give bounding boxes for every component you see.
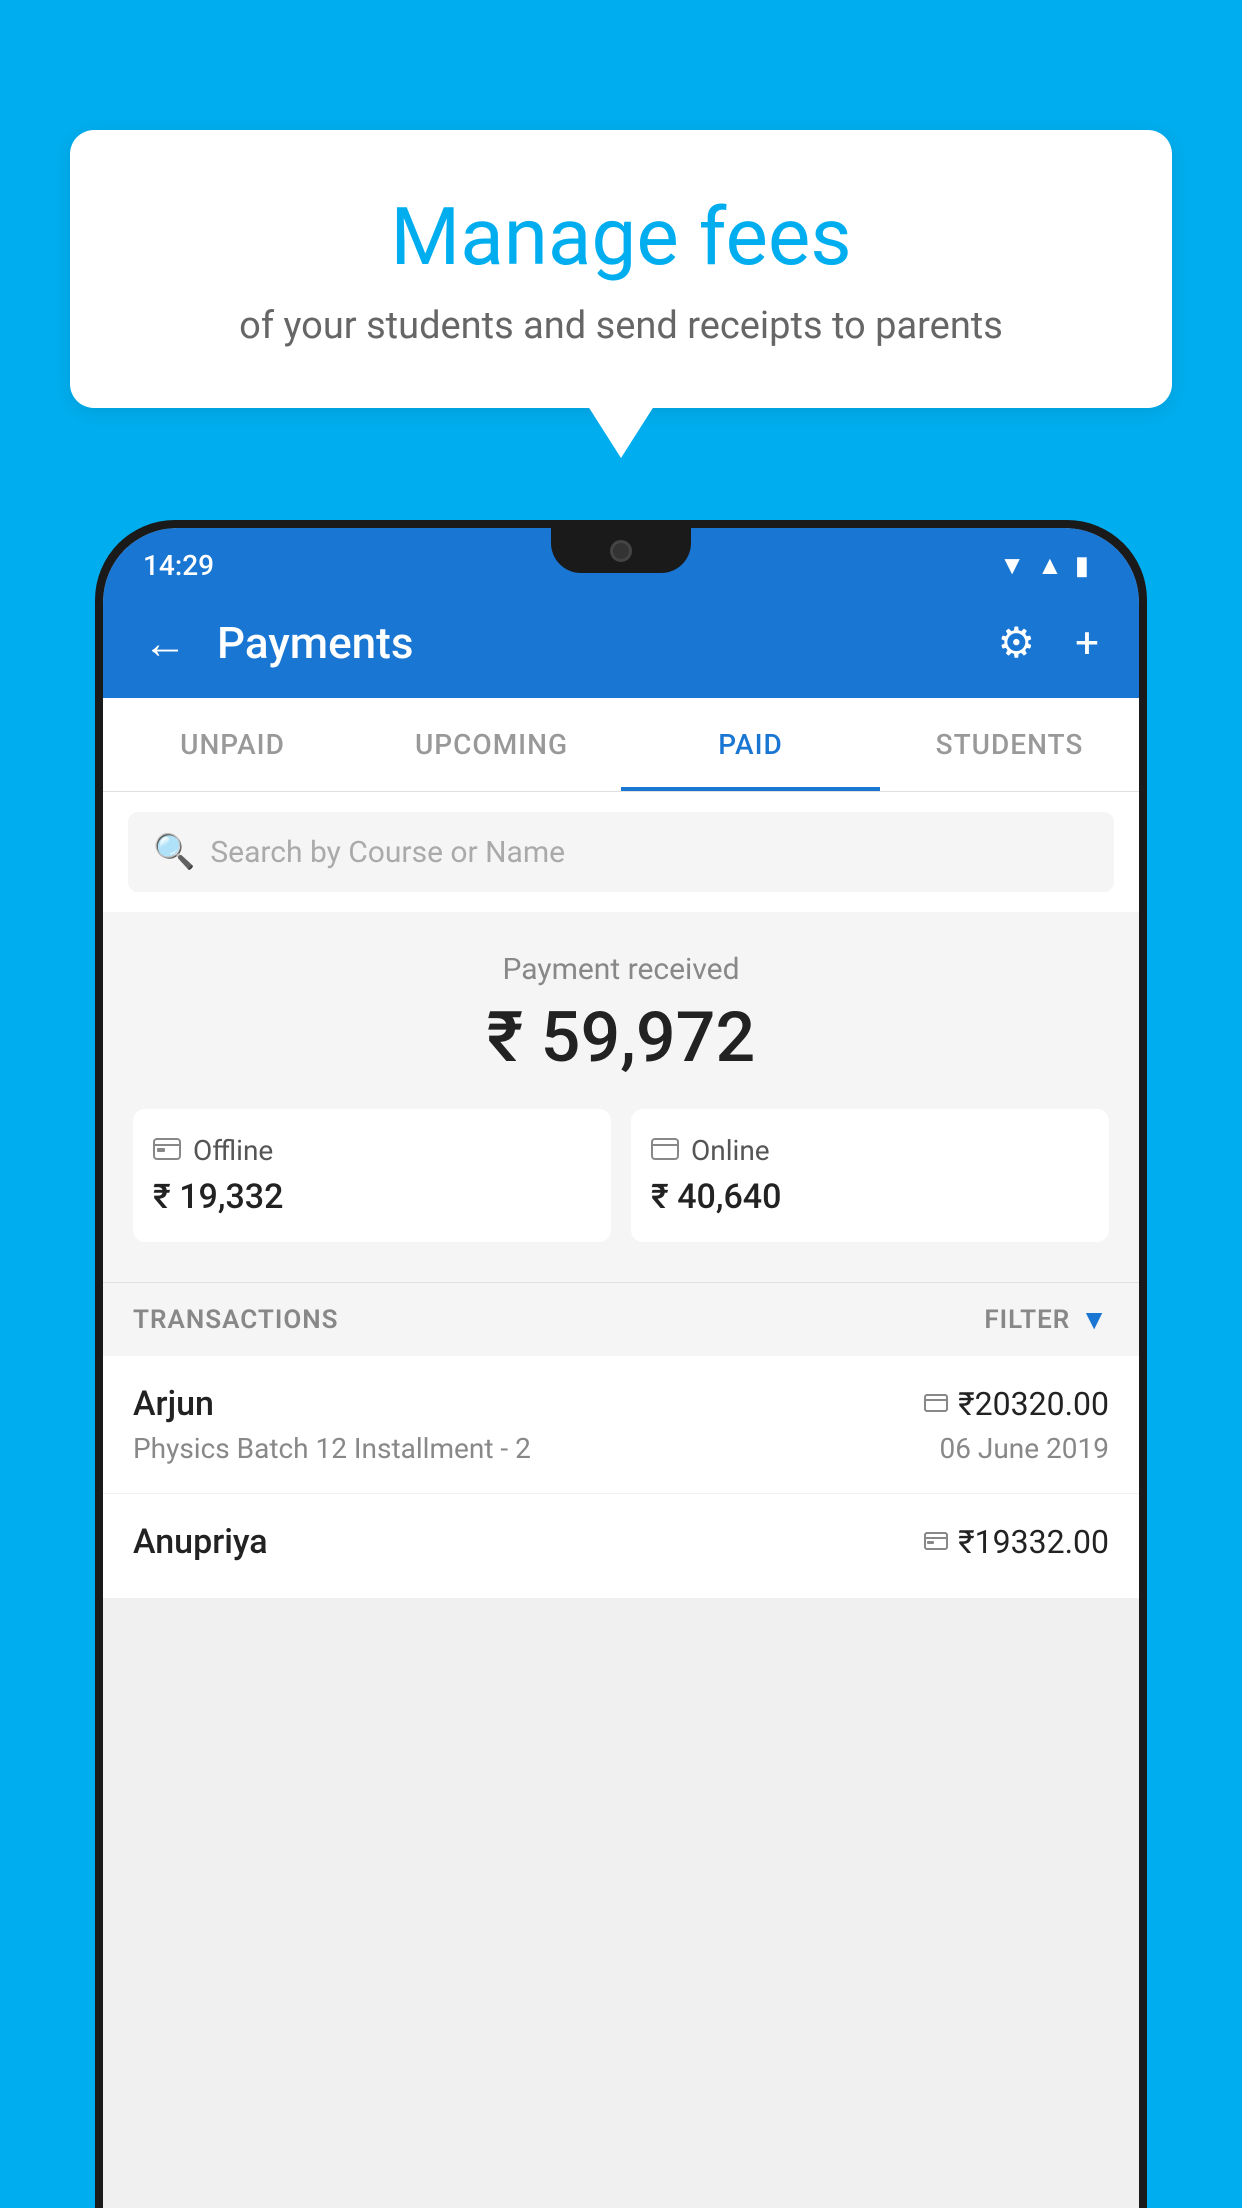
- online-label: Online: [691, 1134, 770, 1167]
- transaction-amount-wrap: ₹19332.00: [924, 1523, 1109, 1561]
- search-container: 🔍 Search by Course or Name: [103, 792, 1139, 912]
- offline-icon: [153, 1134, 181, 1167]
- transaction-name: Anupriya: [133, 1522, 268, 1562]
- tabs-bar: UNPAID UPCOMING PAID STUDENTS: [103, 698, 1139, 792]
- add-button[interactable]: +: [1065, 609, 1109, 678]
- notch: [551, 528, 691, 573]
- online-card-header: Online: [651, 1134, 1089, 1167]
- transaction-top: Anupriya ₹19332.00: [133, 1522, 1109, 1562]
- filter-icon: ▼: [1080, 1303, 1109, 1336]
- payment-method-icon: [924, 1389, 948, 1419]
- tab-unpaid[interactable]: UNPAID: [103, 698, 362, 791]
- transaction-amount-wrap: ₹20320.00: [924, 1385, 1109, 1423]
- status-icons: ▼ ▲ ▮: [999, 550, 1089, 581]
- tab-upcoming[interactable]: UPCOMING: [362, 698, 621, 791]
- search-bar[interactable]: 🔍 Search by Course or Name: [128, 812, 1114, 892]
- transaction-amount: ₹19332.00: [958, 1523, 1109, 1561]
- payment-total: ₹ 59,972: [133, 997, 1109, 1079]
- payment-label: Payment received: [133, 952, 1109, 987]
- speech-bubble: Manage fees of your students and send re…: [70, 130, 1172, 408]
- phone-inner: 14:29 ▼ ▲ ▮ ← Payments ⚙ + UNPAID UPCOMI…: [103, 528, 1139, 2208]
- transaction-bottom: Physics Batch 12 Installment - 2 06 June…: [133, 1432, 1109, 1465]
- screen: 14:29 ▼ ▲ ▮ ← Payments ⚙ + UNPAID UPCOMI…: [103, 528, 1139, 2208]
- online-amount: ₹ 40,640: [651, 1177, 1089, 1217]
- transactions-list: Arjun ₹20320.00 Physics: [103, 1356, 1139, 1599]
- offline-card: Offline ₹ 19,332: [133, 1109, 611, 1242]
- transaction-date: 06 June 2019: [939, 1432, 1109, 1465]
- app-title: Payments: [217, 617, 968, 669]
- transactions-header: TRANSACTIONS FILTER ▼: [103, 1282, 1139, 1356]
- camera: [610, 540, 632, 562]
- transaction-top: Arjun ₹20320.00: [133, 1384, 1109, 1424]
- offline-amount: ₹ 19,332: [153, 1177, 591, 1217]
- signal-icon: ▲: [1037, 550, 1063, 581]
- payment-cards: Offline ₹ 19,332 Online: [133, 1109, 1109, 1242]
- search-icon: 🔍: [153, 832, 195, 872]
- filter-button[interactable]: FILTER ▼: [984, 1303, 1109, 1336]
- online-card: Online ₹ 40,640: [631, 1109, 1109, 1242]
- back-button[interactable]: ←: [133, 607, 197, 679]
- app-bar: ← Payments ⚙ +: [103, 588, 1139, 698]
- battery-icon: ▮: [1075, 551, 1089, 581]
- filter-label: FILTER: [984, 1305, 1070, 1335]
- status-time: 14:29: [143, 549, 214, 582]
- phone-frame: 14:29 ▼ ▲ ▮ ← Payments ⚙ + UNPAID UPCOMI…: [95, 520, 1147, 2208]
- search-placeholder: Search by Course or Name: [210, 835, 565, 870]
- table-row[interactable]: Arjun ₹20320.00 Physics: [103, 1356, 1139, 1494]
- tab-paid[interactable]: PAID: [621, 698, 880, 791]
- table-row[interactable]: Anupriya ₹19332.00: [103, 1494, 1139, 1599]
- offline-card-header: Offline: [153, 1134, 591, 1167]
- bubble-title: Manage fees: [150, 190, 1092, 284]
- payment-method-icon: [924, 1527, 948, 1557]
- settings-button[interactable]: ⚙: [988, 608, 1046, 678]
- payment-summary: Payment received ₹ 59,972: [103, 912, 1139, 1282]
- offline-label: Offline: [193, 1134, 273, 1167]
- transactions-label: TRANSACTIONS: [133, 1305, 339, 1335]
- transaction-amount: ₹20320.00: [958, 1385, 1109, 1423]
- tab-students[interactable]: STUDENTS: [880, 698, 1139, 791]
- transaction-desc: Physics Batch 12 Installment - 2: [133, 1432, 531, 1465]
- wifi-icon: ▼: [999, 550, 1025, 581]
- online-icon: [651, 1134, 679, 1167]
- transaction-name: Arjun: [133, 1384, 214, 1424]
- bubble-subtitle: of your students and send receipts to pa…: [150, 304, 1092, 348]
- speech-bubble-container: Manage fees of your students and send re…: [70, 130, 1172, 408]
